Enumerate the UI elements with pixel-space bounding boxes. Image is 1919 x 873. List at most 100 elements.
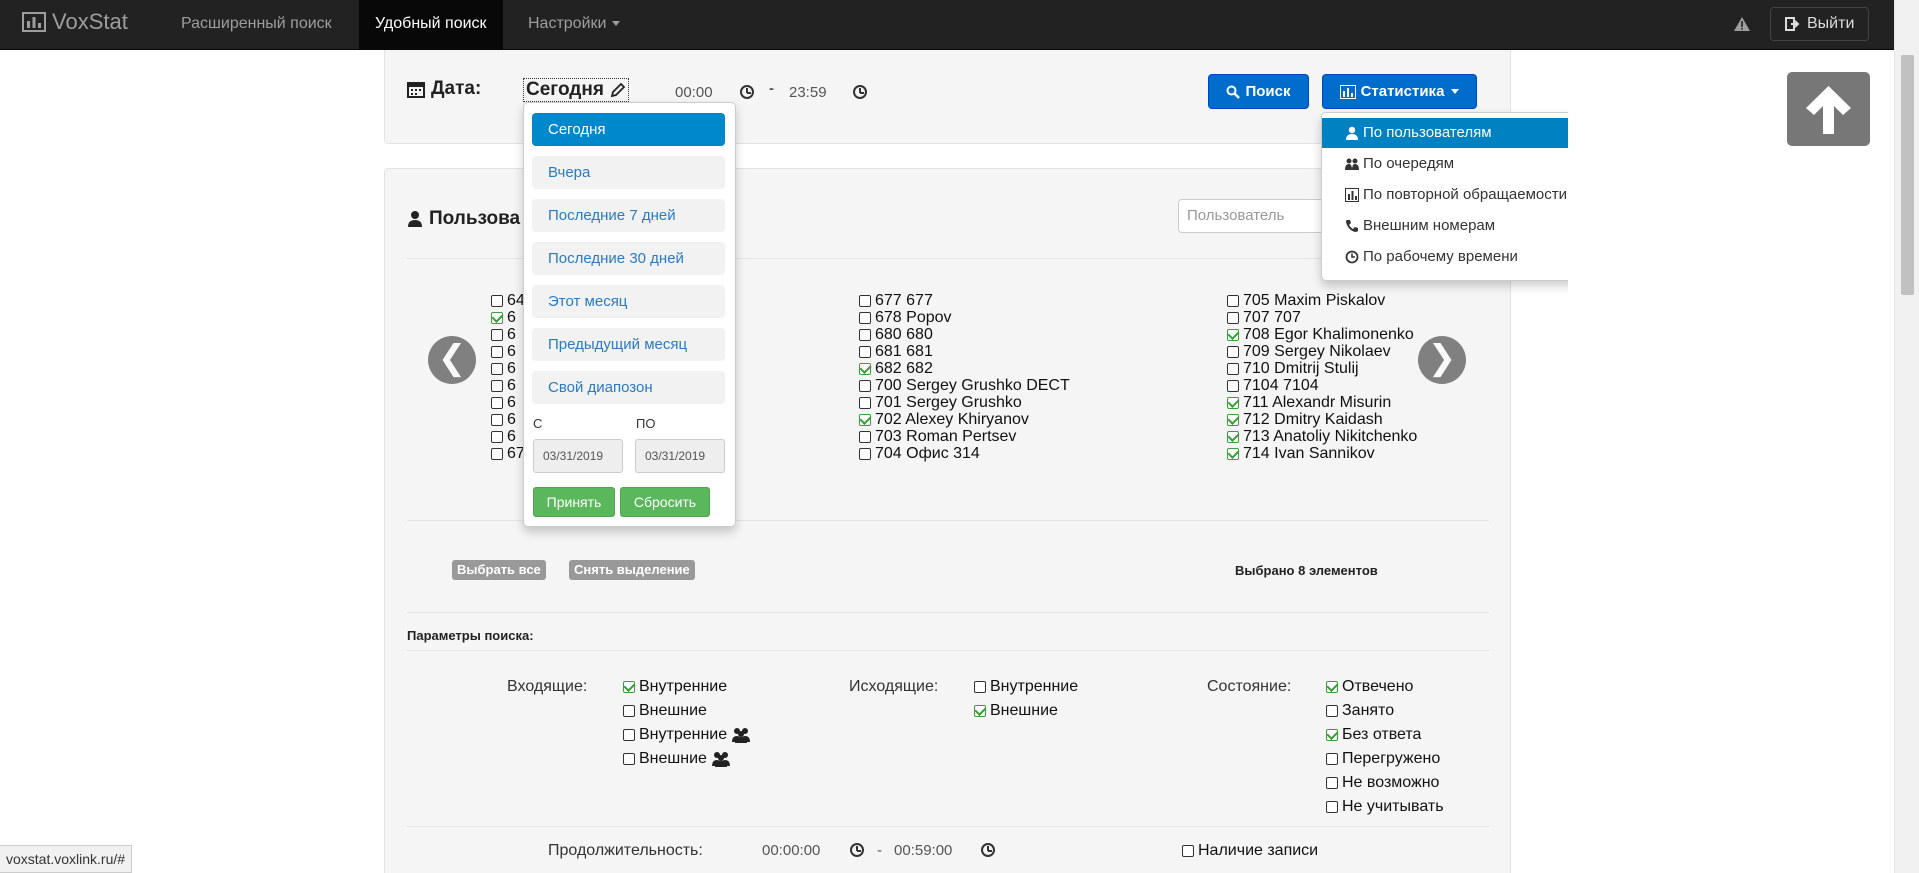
checkbox-item[interactable]: Внешние	[623, 702, 707, 720]
checkbox-item[interactable]: 712 Dmitry Kaidash	[1227, 411, 1383, 429]
checkbox-label: 6	[507, 309, 516, 326]
checkbox-item[interactable]: 678 Popov	[859, 309, 952, 327]
deselect-button[interactable]: Снять выделение	[569, 560, 695, 580]
carousel-prev-button[interactable]: ❮	[428, 336, 476, 384]
stats-menu-item[interactable]: Внешним номерам	[1322, 211, 1568, 241]
stats-menu-item[interactable]: По рабочему времени	[1322, 242, 1568, 272]
checkbox-icon	[859, 397, 871, 409]
checkbox-item[interactable]: 708 Egor Khalimonenko	[1227, 326, 1414, 344]
checkbox-item[interactable]: 6	[491, 377, 516, 395]
checkbox-label: Внутренние	[639, 726, 728, 743]
brand[interactable]: VoxStat	[22, 9, 128, 35]
user-icon	[1346, 126, 1358, 140]
checkbox-item[interactable]: Не учитывать	[1326, 798, 1444, 816]
checkbox-item[interactable]: Занято	[1326, 702, 1394, 720]
checkbox-icon	[491, 414, 503, 426]
checkbox-item[interactable]: 711 Alexandr Misurin	[1227, 394, 1391, 412]
checkbox-item[interactable]: 700 Sergey Grushko DECT	[859, 377, 1070, 395]
logout-button[interactable]: Выйти	[1770, 7, 1870, 41]
reset-button[interactable]: Сбросить	[620, 487, 710, 517]
to-date-input[interactable]: 03/31/2019	[635, 439, 725, 473]
checkbox-item[interactable]: 7104 7104	[1227, 377, 1319, 395]
group-icon	[711, 752, 730, 767]
checkbox-item[interactable]: 710 Dmitrij Stulij	[1227, 360, 1359, 378]
checkbox-item[interactable]: 704 Офис 314	[859, 445, 980, 463]
clock-icon[interactable]	[740, 85, 754, 99]
checkbox-item[interactable]: 6	[491, 360, 516, 378]
clock-icon[interactable]	[853, 85, 867, 99]
checkbox-item[interactable]: 6	[491, 343, 516, 361]
checkbox-item[interactable]: 703 Roman Pertsev	[859, 428, 1016, 446]
range-option[interactable]: Сегодня	[532, 113, 725, 146]
from-date-input[interactable]: 03/31/2019	[533, 439, 623, 473]
nav-settings[interactable]: Настройки	[512, 0, 636, 50]
stats-menu-label: Внешним номерам	[1363, 217, 1496, 234]
apply-button[interactable]: Принять	[533, 487, 615, 517]
checkbox-label: 712 Dmitry Kaidash	[1243, 411, 1383, 428]
checkbox-item[interactable]: 709 Sergey Nikolaev	[1227, 343, 1391, 361]
nav-easy-search[interactable]: Удобный поиск	[359, 0, 503, 50]
range-option[interactable]: Последние 7 дней	[532, 199, 725, 232]
checkbox-item[interactable]: 713 Anatoliy Nikitchenko	[1227, 428, 1417, 446]
checkbox-item[interactable]: 701 Sergey Grushko	[859, 394, 1022, 412]
checkbox-item[interactable]: Внутренние	[623, 726, 751, 744]
clock-icon[interactable]	[981, 843, 995, 857]
checkbox-item[interactable]: 707 707	[1227, 309, 1301, 327]
checkbox-icon	[859, 312, 871, 324]
warning-icon[interactable]	[1733, 16, 1751, 32]
checkbox-item[interactable]: 67	[491, 445, 525, 463]
checkbox-item[interactable]: 714 Ivan Sannikov	[1227, 445, 1375, 463]
checkbox-item[interactable]: 6	[491, 411, 516, 429]
range-option[interactable]: Свой диапозон	[532, 371, 725, 404]
scrollbar[interactable]	[1894, 0, 1919, 873]
search-icon	[1226, 85, 1241, 99]
time-from[interactable]: 00:00	[675, 84, 713, 101]
scrollbar-thumb[interactable]	[1901, 55, 1914, 295]
user-search-input[interactable]: Пользователь	[1178, 199, 1328, 233]
checkbox-item[interactable]: 682 682	[859, 360, 933, 378]
checkbox-item[interactable]: 6	[491, 326, 516, 344]
nav-advanced-search[interactable]: Расширенный поиск	[165, 0, 348, 50]
scroll-top-button[interactable]	[1787, 72, 1870, 146]
checkbox-item[interactable]: Внутренние	[623, 678, 727, 696]
select-all-button[interactable]: Выбрать все	[452, 560, 546, 580]
checkbox-item[interactable]: Внешние	[974, 702, 1058, 720]
date-range-toggle[interactable]: Сегодня	[523, 78, 629, 102]
checkbox-label: 7104 7104	[1243, 377, 1319, 394]
stats-menu-item[interactable]: По повторной обращаемости	[1322, 180, 1568, 210]
checkbox-item[interactable]: Отвечено	[1326, 678, 1413, 696]
range-option[interactable]: Последние 30 дней	[532, 242, 725, 275]
carousel-next-button[interactable]: ❯	[1418, 336, 1466, 384]
stats-menu-item[interactable]: По пользователям	[1322, 118, 1568, 148]
checkbox-item[interactable]: Не возможно	[1326, 774, 1439, 792]
checkbox-item[interactable]: 680 680	[859, 326, 933, 344]
checkbox-item[interactable]: Перегружено	[1326, 750, 1440, 768]
checkbox-item[interactable]: 677 677	[859, 292, 933, 310]
checkbox-item[interactable]: Внутренние	[974, 678, 1078, 696]
user-icon	[408, 211, 422, 227]
stats-menu-item[interactable]: По очередям	[1322, 149, 1568, 179]
clock-icon[interactable]	[850, 843, 864, 857]
checkbox-item[interactable]: 6	[491, 428, 516, 446]
record-checkbox[interactable]: Наличие записи	[1182, 842, 1318, 860]
range-option[interactable]: Этот месяц	[532, 285, 725, 318]
checkbox-item[interactable]: 6	[491, 309, 516, 327]
checkbox-item[interactable]: Внешние	[623, 750, 731, 768]
stats-button[interactable]: Статистика	[1322, 74, 1477, 109]
checkbox-icon	[859, 431, 871, 443]
time-to[interactable]: 23:59	[789, 84, 827, 101]
duration-to[interactable]: 00:59:00	[894, 842, 952, 859]
checkbox-icon	[1227, 363, 1239, 375]
checkbox-item[interactable]: 681 681	[859, 343, 933, 361]
checkbox-item[interactable]: Без ответа	[1326, 726, 1421, 744]
checkbox-item[interactable]: 6	[491, 394, 516, 412]
range-option[interactable]: Предыдущий месяц	[532, 328, 725, 361]
checkbox-item[interactable]: 702 Alexey Khiryanov	[859, 411, 1029, 429]
checked-checkbox-icon	[1227, 329, 1239, 341]
search-button[interactable]: Поиск	[1208, 74, 1309, 109]
duration-from[interactable]: 00:00:00	[762, 842, 820, 859]
checkbox-item[interactable]: 64	[491, 292, 525, 310]
range-option[interactable]: Вчера	[532, 156, 725, 189]
logout-icon	[1785, 17, 1800, 31]
checkbox-item[interactable]: 705 Maxim Piskalov	[1227, 292, 1385, 310]
